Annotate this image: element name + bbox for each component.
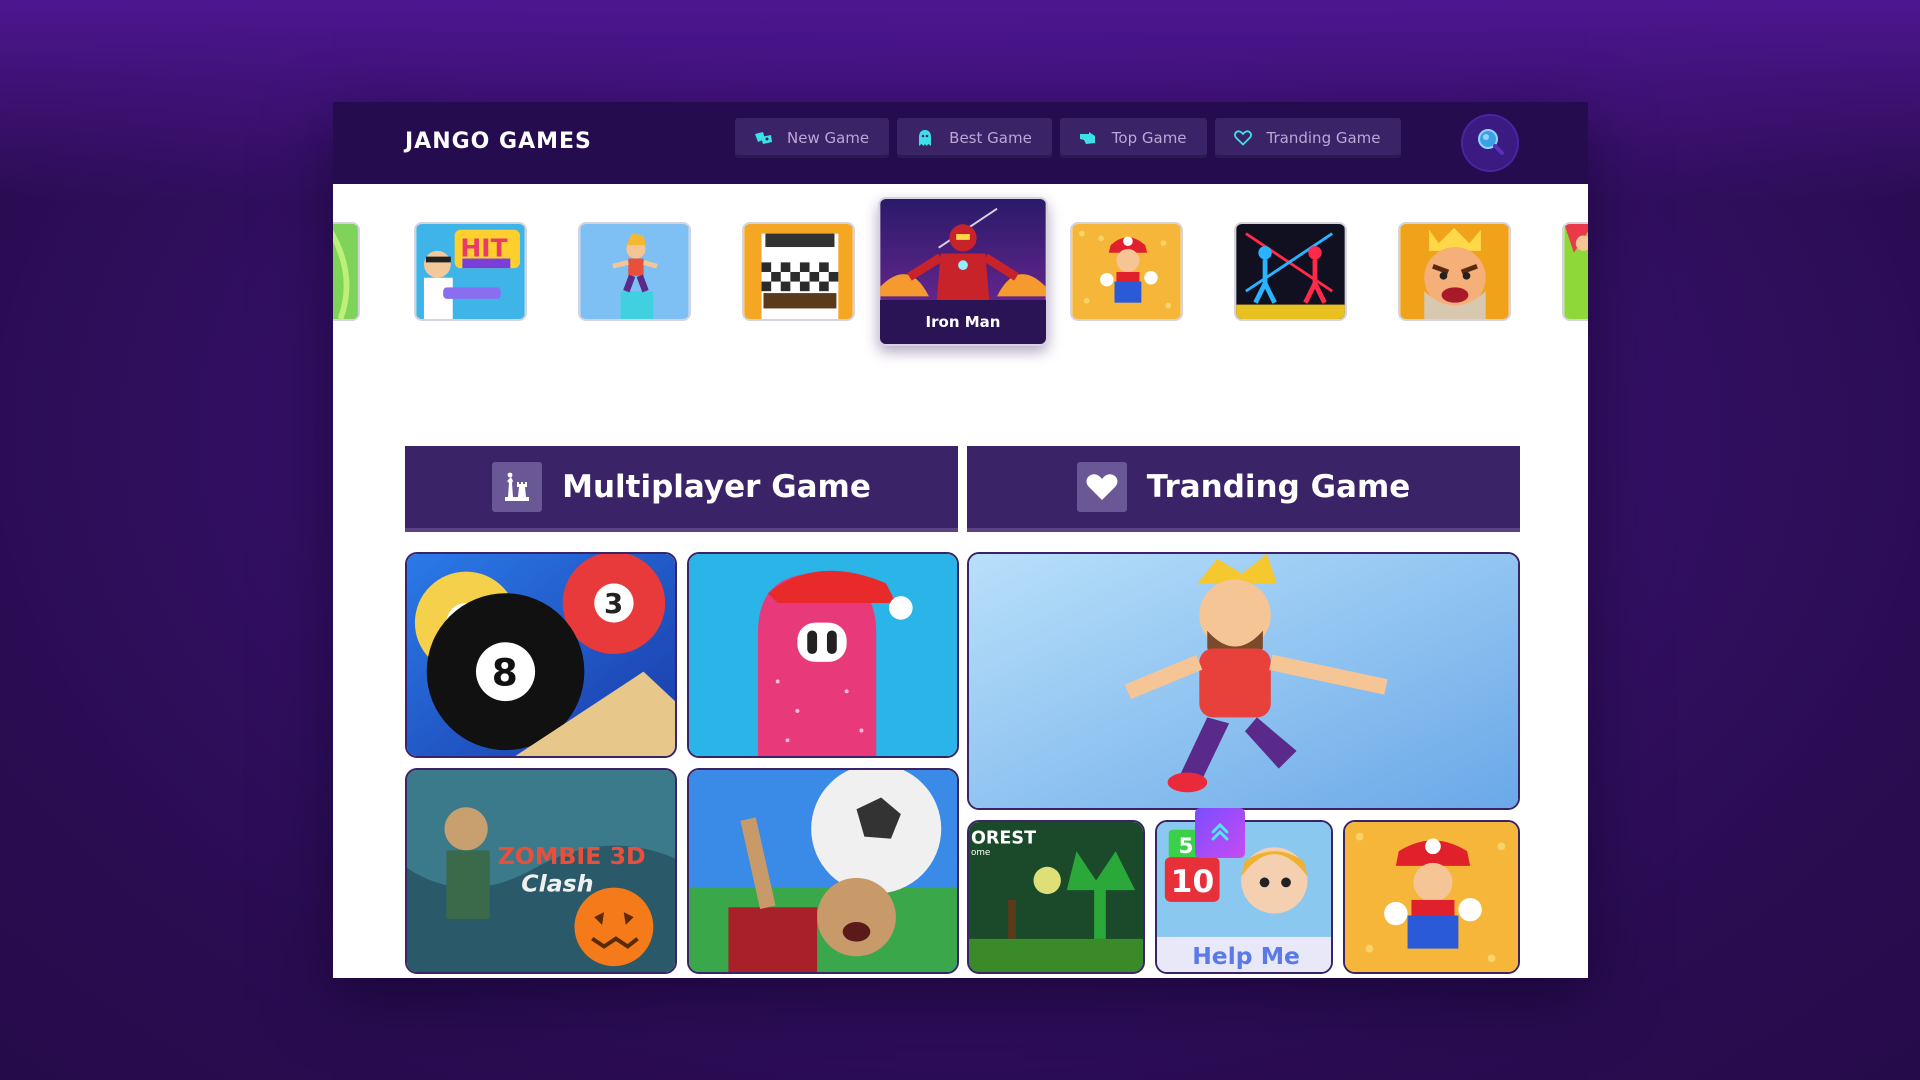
search-button[interactable] <box>1461 114 1519 172</box>
game-tile-football[interactable] <box>687 768 959 974</box>
zombie-title-text: ZOMBIE 3D <box>498 842 646 870</box>
nav-trending-game[interactable]: Tranding Game <box>1214 118 1401 158</box>
nav-trending-game-label: Tranding Game <box>1266 129 1381 147</box>
help-num-5: 5 <box>1179 834 1194 859</box>
svg-text:HIT: HIT <box>460 234 507 263</box>
game-tile-zombie-clash[interactable]: ZOMBIE 3D Clash <box>405 768 677 974</box>
heart-icon <box>1233 129 1253 147</box>
double-chevron-up-icon <box>1209 820 1231 846</box>
game-carousel: HIT Iron Man <box>333 184 1588 346</box>
nav-new-game-label: New Game <box>787 129 870 147</box>
nav-best-game-label: Best Game <box>949 129 1032 147</box>
carousel-item-green-game[interactable] <box>333 222 360 321</box>
carousel-item-green-game-2[interactable] <box>1562 222 1588 321</box>
multiplayer-section-title: Multiplayer Game <box>562 469 871 505</box>
heart-icon <box>1076 462 1127 512</box>
trending-section-title: Tranding Game <box>1146 469 1411 505</box>
carousel-item-chess-game[interactable] <box>742 222 855 321</box>
carousel-item-iron-man[interactable]: Iron Man <box>878 197 1048 346</box>
game-tile-forest[interactable]: OREST ome <box>967 820 1145 974</box>
carousel-active-label: Iron Man <box>880 300 1046 344</box>
carousel-item-stickman-runner[interactable] <box>578 222 691 321</box>
hand-pointer-icon <box>1078 129 1098 147</box>
carousel-item-hit-masters[interactable]: HIT <box>414 222 527 321</box>
nav-new-game[interactable]: New Game <box>735 118 890 158</box>
game-tile-super-mario[interactable] <box>1343 820 1520 974</box>
site-frame: JANGO GAMES New Game Best Game Top Game <box>333 102 1588 978</box>
help-num-10: 10 <box>1171 864 1215 900</box>
multiplayer-section-header: Multiplayer Game <box>405 446 958 532</box>
svg-text:8: 8 <box>492 650 518 694</box>
svg-text:3: 3 <box>604 588 623 620</box>
chess-pieces-icon <box>492 462 543 512</box>
nav-best-game[interactable]: Best Game <box>897 118 1052 158</box>
game-tile-fall-guys[interactable] <box>687 552 959 758</box>
carousel-item-stickman-fight[interactable] <box>1234 222 1347 321</box>
game-tile-8-ball-pool[interactable]: 938 <box>405 552 677 758</box>
site-header: JANGO GAMES New Game Best Game Top Game <box>333 102 1588 184</box>
site-logo[interactable]: JANGO GAMES <box>405 129 592 154</box>
scroll-to-top-button[interactable] <box>1195 808 1245 858</box>
carousel-item-angry-king[interactable] <box>1398 222 1511 321</box>
nav-top-game[interactable]: Top Game <box>1059 118 1207 158</box>
gamepad-icon <box>753 129 773 147</box>
trending-section-header: Tranding Game <box>967 446 1520 532</box>
help-me-text: Help Me <box>1192 942 1300 970</box>
main-nav: New Game Best Game Top Game Tranding Gam… <box>735 118 1401 158</box>
zombie-subtitle-text: Clash <box>521 870 593 898</box>
game-tile-trending-featured[interactable] <box>967 552 1520 810</box>
search-icon <box>1475 126 1505 160</box>
forest-sub-text: ome <box>971 848 990 858</box>
carousel-item-super-mario[interactable] <box>1070 222 1183 321</box>
forest-title-text: OREST <box>971 828 1036 848</box>
ghost-icon <box>915 129 935 147</box>
nav-top-game-label: Top Game <box>1111 129 1187 147</box>
